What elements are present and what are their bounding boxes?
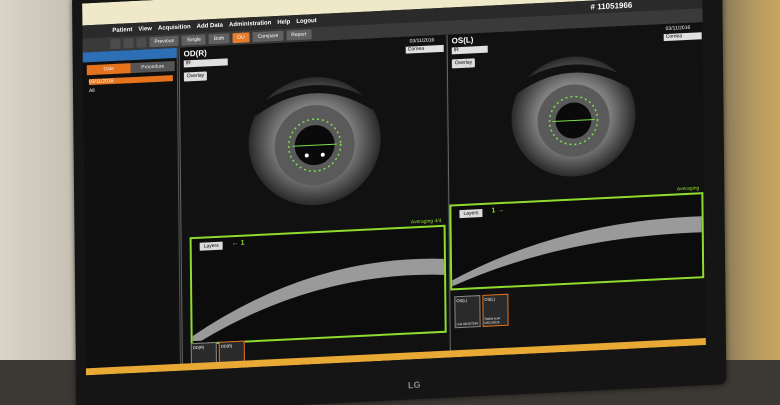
od-eye-image [248,77,381,206]
toolbar-button-3[interactable] [136,37,147,48]
toolbar-button-2[interactable] [123,37,134,49]
toolbar-button-1[interactable] [110,38,121,50]
os-thumbnail-radial[interactable]: OS(L) Radial scan 03/11/2016 [482,293,509,327]
os-thumb-sub: Line 03/11/2016 [456,321,478,327]
os-thumb-label: OS(L) [484,296,496,302]
ou-button[interactable]: OU [232,32,250,44]
od-panel: OD(R) 03/11/2016 IR Cornea Overlay Avera… [178,34,449,376]
tab-procedure[interactable]: Procedure [130,60,175,74]
os-overlay-button[interactable]: Overlay [451,58,476,69]
report-button[interactable]: Report [286,29,312,41]
menu-patient[interactable]: Patient [112,27,132,34]
both-button[interactable]: Both [208,33,230,45]
od-thumb-label: OD(R) [220,343,233,349]
od-oct-scan: Averaging 4/4 Layers ← 1 [189,218,447,346]
previous-button[interactable]: Previous [149,35,180,48]
monitor-brand-logo: LG [407,379,421,391]
od-thumbnail-line[interactable]: OD(R) Line 03/11/2016 [190,341,218,376]
od-thumb-label: OD(R) [192,344,205,351]
menu-administration[interactable]: Administration [229,20,271,28]
menu-view[interactable]: View [138,26,152,33]
od-mode-select[interactable]: IR [183,58,228,68]
os-eye-image [511,56,636,177]
single-button[interactable]: Single [181,34,206,46]
os-title: OS(L) [451,35,474,46]
menu-logout[interactable]: Logout [296,18,316,25]
photo-scene: Patient View Acquisition Add Data Admini… [0,0,780,405]
monitor-bezel: Patient View Acquisition Add Data Admini… [72,0,727,405]
os-averaging-label: Averaging [676,185,700,193]
tab-date[interactable]: Date [86,63,131,76]
menu-help[interactable]: Help [277,19,290,26]
os-thumbnail-line[interactable]: OS(L) Line 03/11/2016 [454,295,481,329]
panel-tabs: Date Procedure [86,60,175,76]
od-scan-direction-arrow: ← 1 [231,239,245,248]
os-panel: OS(L) 03/11/2016 IR Cornea Overlay Avera… [446,22,706,358]
menu-acquisition[interactable]: Acquisition [158,24,191,32]
od-title: OD(R) [183,48,207,59]
monitor-screen: Patient View Acquisition Add Data Admini… [82,0,706,376]
od-date: 03/11/2016 [409,37,435,45]
os-view-select[interactable]: Cornea [663,32,702,42]
os-mode-select[interactable]: IR [451,45,488,55]
od-cornea-cross-section [192,258,445,342]
od-averaging-label: Averaging 4/4 [410,217,442,226]
os-thumb-label: OS(L) [456,297,468,304]
os-oct-scan: Averaging Layers 1 → [449,185,705,291]
exam-row-date[interactable]: 03/11/2016 [88,75,173,86]
os-thumb-sub: Radial scan 03/11/2016 [484,316,501,325]
od-overlay-button[interactable]: Overlay [183,71,208,82]
os-cornea-cross-section [452,216,702,287]
exam-list-panel: Date Procedure 03/11/2016 All [82,47,181,376]
od-thumbnail-radial[interactable]: OD(R) Radial scan 03/11/2016 [218,340,246,374]
exam-row-all[interactable]: All [89,88,95,94]
compare-button[interactable]: Compare [252,30,284,43]
menu-add-data[interactable]: Add Data [197,22,223,29]
od-view-select[interactable]: Cornea [405,44,444,54]
os-scan-direction-arrow: 1 → [491,206,505,215]
os-date: 03/11/2016 [665,24,691,32]
